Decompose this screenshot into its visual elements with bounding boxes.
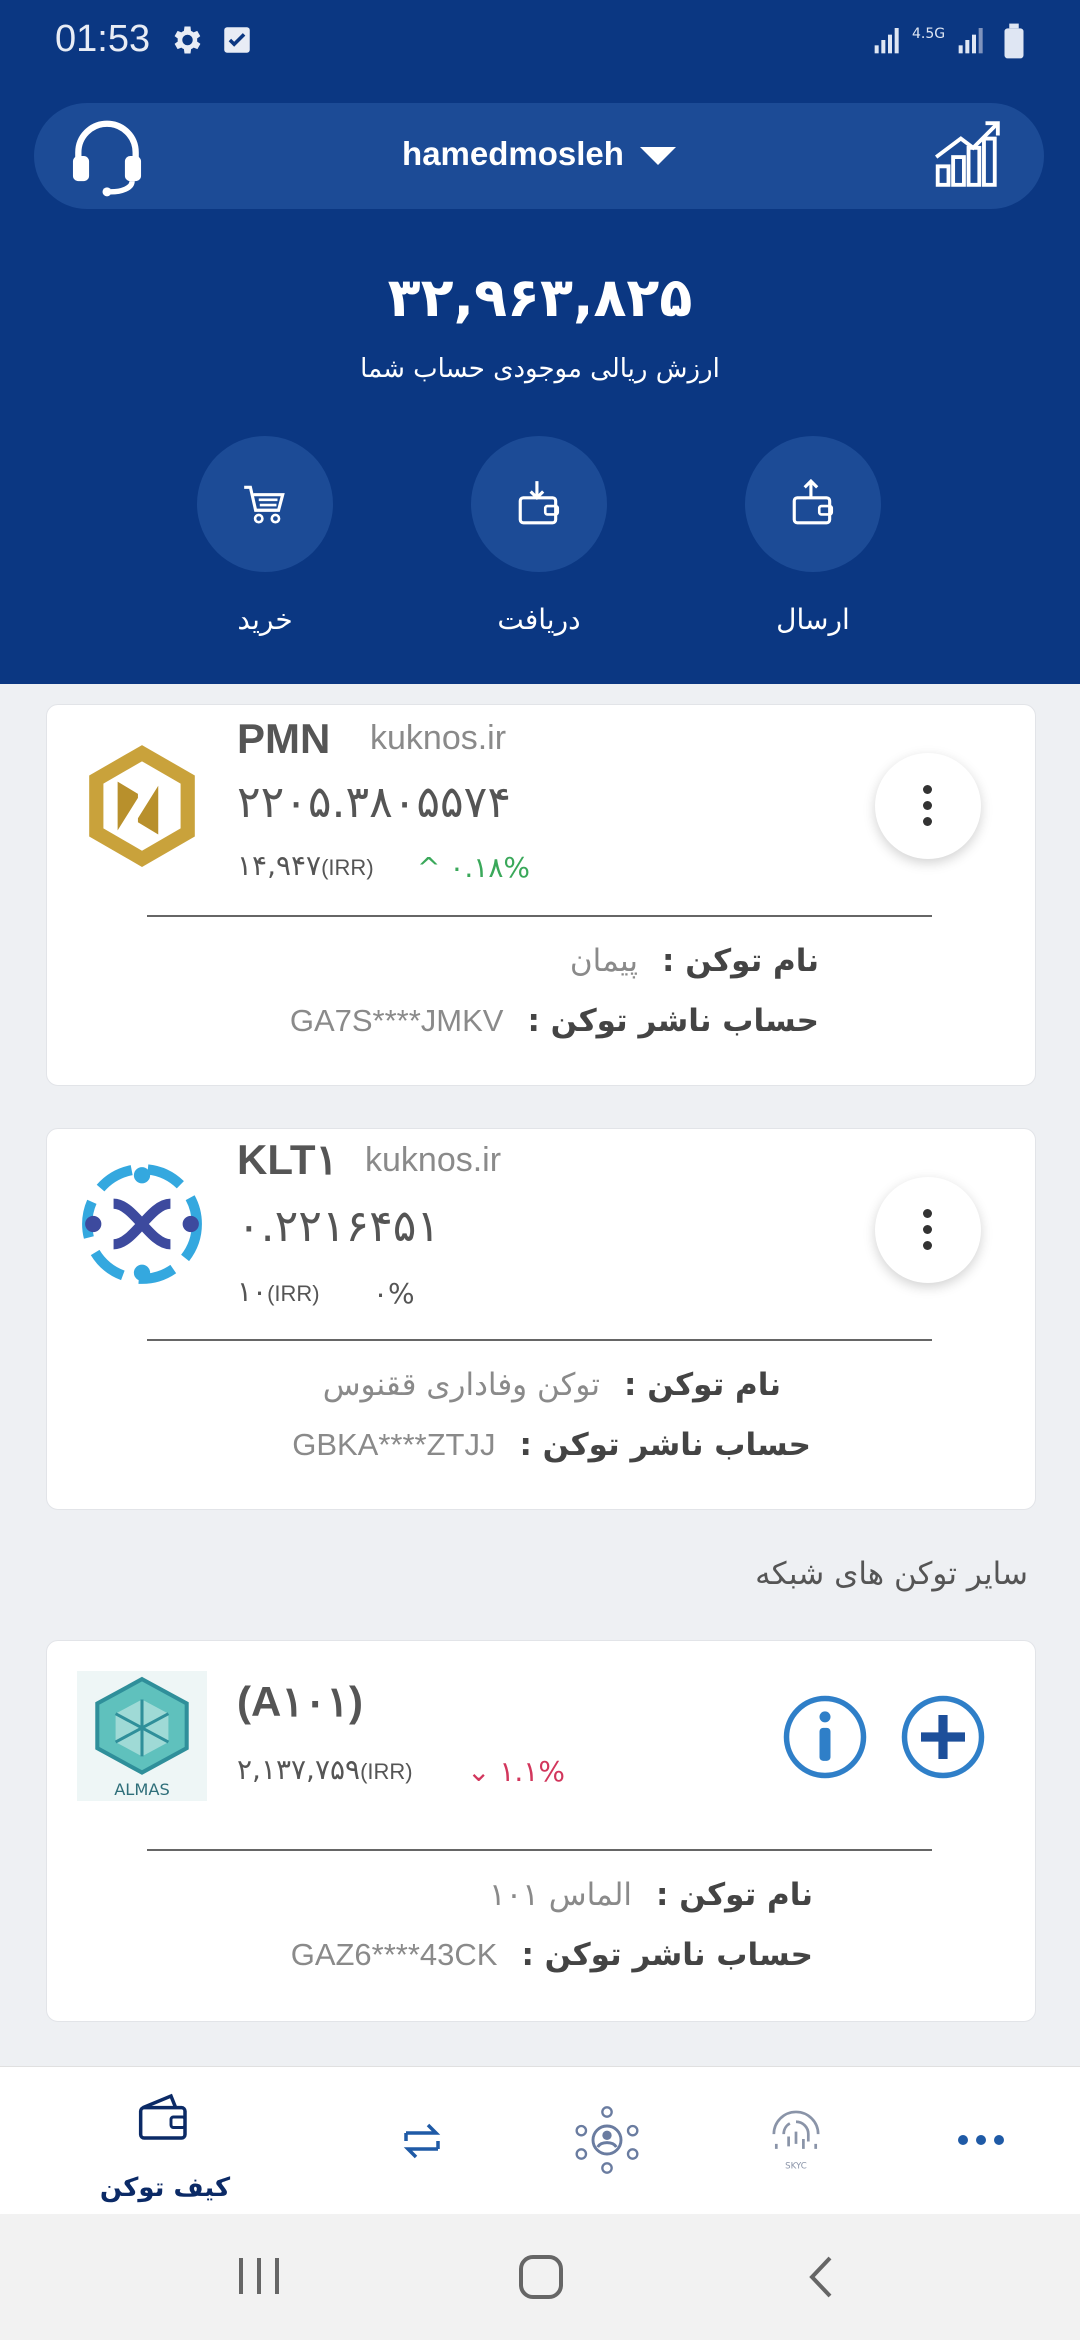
- status-time: 01:53: [55, 18, 151, 60]
- klt1-phoenix-logo-icon: [82, 1164, 202, 1284]
- token-domain: kuknos.ir: [365, 1141, 502, 1179]
- account-name: hamedmosleh: [402, 135, 624, 172]
- account-bar: hamedmosleh: [34, 103, 1044, 209]
- token-name-row: نام توکن :پیمان: [569, 943, 819, 979]
- other-tokens-title: سایر توکن های شبکه: [755, 1556, 1028, 1592]
- token-issuer-row: حساب ناشر توکن :GA7S****JMKV: [289, 1003, 819, 1039]
- signal-bars-icon: [874, 28, 899, 54]
- token-card-klt1[interactable]: KLT۱ kuknos.ir ۰.۲۲۱۶۴۵۱ ۱۰(IRR) ۰% نام …: [46, 1128, 1036, 1510]
- token-symbol: KLT۱: [237, 1136, 339, 1183]
- signal-bars-2-icon: [958, 28, 983, 54]
- token-card-a101[interactable]: ALMAS (A۱۰۱) ۲,۱۳۷,۷۵۹(IRR) ⌄ ۱.۱% نام ت…: [46, 1640, 1036, 2022]
- token-price: ۲,۱۳۷,۷۵۹(IRR): [237, 1753, 413, 1786]
- more-dots-icon[interactable]: [956, 2125, 1006, 2155]
- token-issuer-row: حساب ناشر توکن :GAZ6****43CK: [290, 1937, 813, 1973]
- svg-text:ALMAS: ALMAS: [114, 1780, 170, 1799]
- divider: [147, 1339, 932, 1341]
- send-button[interactable]: [745, 436, 881, 572]
- network-user-icon[interactable]: [572, 2105, 642, 2175]
- price-change-up: ^ ۰.۱۸%: [417, 851, 530, 884]
- info-icon[interactable]: [781, 1693, 869, 1781]
- home-icon[interactable]: [518, 2254, 564, 2300]
- total-balance: ۳۲,۹۶۳,۸۲۵: [387, 266, 693, 329]
- task-check-icon: [224, 27, 250, 53]
- buy-label: خرید: [237, 603, 293, 636]
- token-menu-button[interactable]: [875, 1177, 981, 1283]
- nav-wallet-label: کیف توکن: [99, 2173, 231, 2203]
- balance-label: ارزش ریالی موجودی حساب شما: [360, 354, 720, 384]
- pmn-logo-icon: [89, 745, 195, 867]
- token-symbol: PMN: [237, 715, 331, 762]
- price-change-down: ⌄ ۱.۱%: [467, 1755, 565, 1788]
- battery-icon: [1004, 23, 1024, 59]
- chevron-down-icon: [639, 147, 676, 166]
- fingerprint-kyc-icon[interactable]: SKYC: [766, 2107, 826, 2171]
- account-selector[interactable]: hamedmosleh: [34, 135, 1044, 173]
- token-price: ۱۰(IRR): [237, 1275, 320, 1308]
- send-wallet-icon: [792, 479, 834, 525]
- receive-button[interactable]: [471, 436, 607, 572]
- token-symbol: (A۱۰۱): [237, 1678, 363, 1725]
- back-chevron-icon[interactable]: [806, 2254, 836, 2300]
- buy-button[interactable]: [197, 436, 333, 572]
- token-name-row: نام توکن :توکن وفاداری ققنوس: [322, 1367, 781, 1403]
- status-bar: 01:53 4.5G: [0, 0, 1080, 84]
- token-price: ۱۴,۹۴۷(IRR): [237, 849, 374, 882]
- token-name-row: نام توکن :الماس ۱۰۱: [488, 1877, 813, 1913]
- divider: [147, 1849, 932, 1851]
- wallet-icon: [138, 2093, 187, 2140]
- bottom-navigation: کیف توکن SKYC: [0, 2066, 1080, 2214]
- token-domain: kuknos.ir: [370, 719, 507, 757]
- almas-logo-icon: ALMAS: [77, 1671, 207, 1801]
- chart-growth-icon[interactable]: [930, 117, 1004, 191]
- network-type: 4.5G: [912, 26, 946, 42]
- price-change-flat: ۰%: [373, 1277, 415, 1310]
- token-card-pmn[interactable]: PMN kuknos.ir ۲۲۰۵.۳۸۰۵۵۷۴ ۱۴,۹۴۷(IRR) ^…: [46, 704, 1036, 1086]
- token-amount: ۲۲۰۵.۳۸۰۵۵۷۴: [237, 777, 511, 828]
- send-label: ارسال: [776, 603, 850, 636]
- wallet-header: 01:53 4.5G hamedmosleh ۳۲,۹۶۳,۸۲۵ ارزش ر…: [0, 0, 1080, 684]
- system-navigation-bar: [0, 2214, 1080, 2340]
- token-issuer-row: حساب ناشر توکن :GBKA****ZTJJ: [292, 1427, 811, 1463]
- token-amount: ۰.۲۲۱۶۴۵۱: [237, 1201, 441, 1252]
- add-token-plus-icon[interactable]: [899, 1693, 987, 1781]
- swap-arrows-icon[interactable]: [398, 2115, 446, 2167]
- settings-gear-icon: [174, 26, 201, 54]
- svg-text:SKYC: SKYC: [785, 2162, 807, 2171]
- receive-label: دریافت: [497, 603, 581, 636]
- receive-wallet-icon: [518, 481, 560, 525]
- cart-icon: [244, 485, 285, 524]
- divider: [147, 915, 932, 917]
- recent-apps-icon[interactable]: [236, 2256, 282, 2296]
- token-menu-button[interactable]: [875, 753, 981, 859]
